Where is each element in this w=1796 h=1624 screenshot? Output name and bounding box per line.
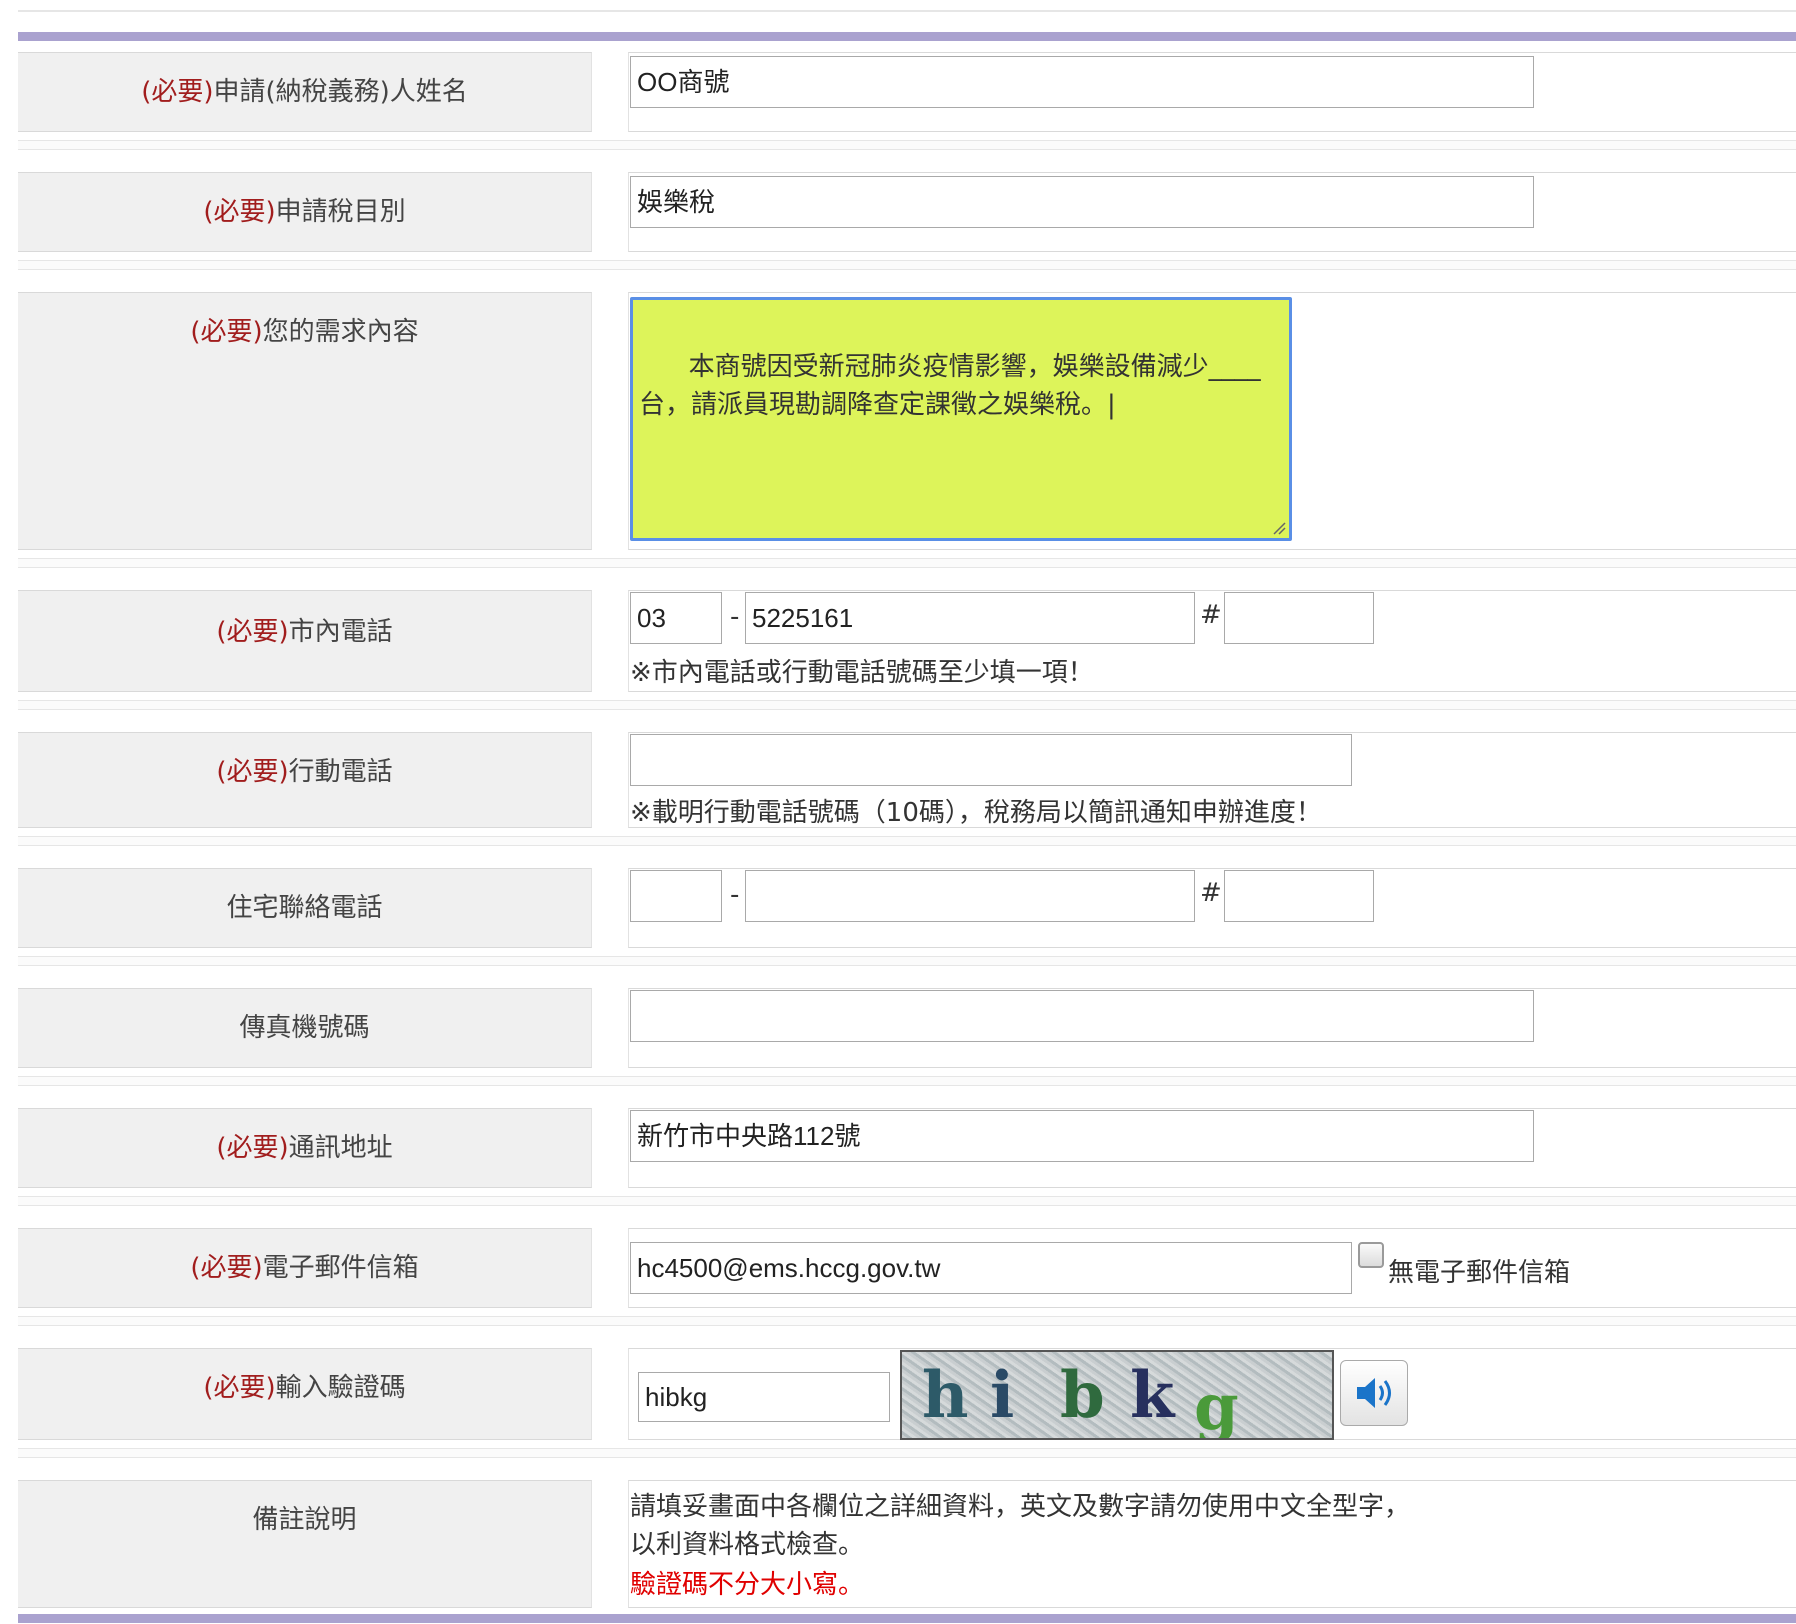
phone-dash: -	[730, 602, 740, 632]
home-phone-number-input[interactable]	[745, 870, 1195, 922]
label-cell: (必要)申請稅目別	[18, 172, 592, 252]
address-input[interactable]: 新竹市中央路112號	[630, 1110, 1534, 1162]
no-email-checkbox[interactable]	[1358, 1242, 1384, 1268]
label-cell: (必要)您的需求內容	[18, 292, 592, 550]
phone-dash: -	[730, 880, 740, 910]
captcha-char: b	[1060, 1358, 1105, 1433]
row-home-phone: 住宅聯絡電話 - #	[18, 868, 1796, 948]
form-container: (必要)申請(納稅義務)人姓名 OO商號 (必要)申請稅目別 娛樂稅 (必要)您…	[18, 0, 1796, 1624]
row-separator	[18, 836, 1796, 846]
row-separator	[18, 1448, 1796, 1458]
label-text: 您的需求內容	[262, 317, 419, 347]
label-cell: (必要)行動電話	[18, 732, 592, 828]
row-separator	[18, 700, 1796, 710]
tax-item-label: (必要)申請稅目別	[18, 191, 591, 228]
row-separator	[18, 260, 1796, 270]
row-separator	[18, 558, 1796, 568]
applicant-name-input[interactable]: OO商號	[630, 56, 1534, 108]
remarks-warning: 驗證碼不分大小寫。	[630, 1570, 865, 1600]
row-fax: 傳真機號碼	[18, 988, 1796, 1068]
form-header-bar	[18, 32, 1796, 41]
row-separator	[18, 956, 1796, 966]
label-cell: 傳真機號碼	[18, 988, 592, 1068]
remarks-line-1: 請填妥畫面中各欄位之詳細資料，英文及數字請勿使用中文全型字，	[630, 1492, 1411, 1522]
speaker-icon	[1357, 1378, 1391, 1408]
row-local-phone: (必要)市內電話 03 - 5225161 # ※市內電話或行動電話號碼至少填一…	[18, 590, 1796, 692]
captcha-input[interactable]: hibkg	[638, 1372, 890, 1422]
required-tag: (必要)	[216, 617, 289, 647]
request-content-label: (必要)您的需求內容	[18, 311, 591, 348]
required-tag: (必要)	[141, 77, 214, 107]
required-tag: (必要)	[216, 757, 289, 787]
label-text: 通訊地址	[288, 1133, 393, 1163]
label-text: 行動電話	[288, 757, 393, 787]
phone-hash: #	[1200, 878, 1222, 908]
email-label: (必要)電子郵件信箱	[18, 1247, 591, 1284]
local-phone-label: (必要)市內電話	[18, 611, 591, 648]
label-cell: (必要)電子郵件信箱	[18, 1228, 592, 1308]
row-mobile: (必要)行動電話 ※載明行動電話號碼（10碼），稅務局以簡訊通知申辦進度！	[18, 732, 1796, 828]
row-captcha: (必要)輸入驗證碼 hibkg h i b k g	[18, 1348, 1796, 1440]
required-tag: (必要)	[216, 1133, 289, 1163]
captcha-audio-button[interactable]	[1340, 1360, 1408, 1426]
request-content-text: 本商號因受新冠肺炎疫情影響，娛樂設備減少____ 台，請派員現勘調降查定課徵之娛…	[639, 352, 1261, 420]
mobile-input[interactable]	[630, 734, 1352, 786]
remarks-label: 備註說明	[252, 1505, 357, 1535]
label-text: 申請(納稅義務)人姓名	[213, 77, 468, 107]
local-phone-ext-input[interactable]	[1224, 592, 1374, 644]
home-phone-label: 住宅聯絡電話	[226, 893, 383, 923]
row-separator	[18, 1196, 1796, 1206]
tax-item-input[interactable]: 娛樂稅	[630, 176, 1534, 228]
captcha-image: h i b k g	[900, 1350, 1334, 1440]
captcha-label: (必要)輸入驗證碼	[18, 1367, 591, 1404]
label-text: 市內電話	[288, 617, 393, 647]
phone-hash: #	[1200, 600, 1222, 630]
captcha-char: i	[990, 1358, 1015, 1433]
row-address: (必要)通訊地址 新竹市中央路112號	[18, 1108, 1796, 1188]
form-footer-bar	[18, 1614, 1796, 1623]
row-request-content: (必要)您的需求內容 本商號因受新冠肺炎疫情影響，娛樂設備減少____ 台，請派…	[18, 292, 1796, 550]
local-phone-note: ※市內電話或行動電話號碼至少填一項！	[630, 658, 1094, 688]
resize-grip-icon[interactable]	[1270, 519, 1286, 535]
mobile-label: (必要)行動電話	[18, 751, 591, 788]
home-phone-ext-input[interactable]	[1224, 870, 1374, 922]
row-separator	[18, 140, 1796, 150]
email-input[interactable]: hc4500@ems.hccg.gov.tw	[630, 1242, 1352, 1294]
remarks-line-2: 以利資料格式檢查。	[630, 1530, 865, 1560]
label-text: 輸入驗證碼	[275, 1373, 406, 1403]
captcha-char: k	[1130, 1358, 1175, 1433]
label-cell: (必要)申請(納稅義務)人姓名	[18, 52, 592, 132]
required-tag: (必要)	[190, 317, 263, 347]
label-text: 申請稅目別	[275, 197, 406, 227]
local-phone-number-input[interactable]: 5225161	[745, 592, 1195, 644]
row-email: (必要)電子郵件信箱 hc4500@ems.hccg.gov.tw 無電子郵件信…	[18, 1228, 1796, 1308]
label-cell: 備註說明	[18, 1480, 592, 1608]
label-cell: (必要)輸入驗證碼	[18, 1348, 592, 1440]
label-cell: 住宅聯絡電話	[18, 868, 592, 948]
required-tag: (必要)	[190, 1253, 263, 1283]
captcha-char: g	[1194, 1370, 1239, 1440]
fax-input[interactable]	[630, 990, 1534, 1042]
label-cell: (必要)通訊地址	[18, 1108, 592, 1188]
top-border-line	[18, 10, 1796, 12]
no-email-label: 無電子郵件信箱	[1388, 1258, 1571, 1288]
request-content-textarea[interactable]: 本商號因受新冠肺炎疫情影響，娛樂設備減少____ 台，請派員現勘調降查定課徵之娛…	[630, 297, 1292, 541]
local-phone-area-input[interactable]: 03	[630, 592, 722, 644]
label-text: 電子郵件信箱	[262, 1253, 419, 1283]
address-label: (必要)通訊地址	[18, 1127, 591, 1164]
applicant-name-label: (必要)申請(納稅義務)人姓名	[18, 71, 591, 108]
required-tag: (必要)	[203, 197, 276, 227]
mobile-note: ※載明行動電話號碼（10碼），稅務局以簡訊通知申辦進度！	[630, 798, 1322, 828]
fax-label: 傳真機號碼	[239, 1013, 370, 1043]
captcha-char: h	[922, 1358, 969, 1433]
required-tag: (必要)	[203, 1373, 276, 1403]
row-separator	[18, 1316, 1796, 1326]
row-applicant-name: (必要)申請(納稅義務)人姓名 OO商號	[18, 52, 1796, 132]
row-separator	[18, 1076, 1796, 1086]
row-remarks: 備註說明 請填妥畫面中各欄位之詳細資料，英文及數字請勿使用中文全型字， 以利資料…	[18, 1480, 1796, 1608]
home-phone-area-input[interactable]	[630, 870, 722, 922]
label-cell: (必要)市內電話	[18, 590, 592, 692]
row-tax-item: (必要)申請稅目別 娛樂稅	[18, 172, 1796, 252]
